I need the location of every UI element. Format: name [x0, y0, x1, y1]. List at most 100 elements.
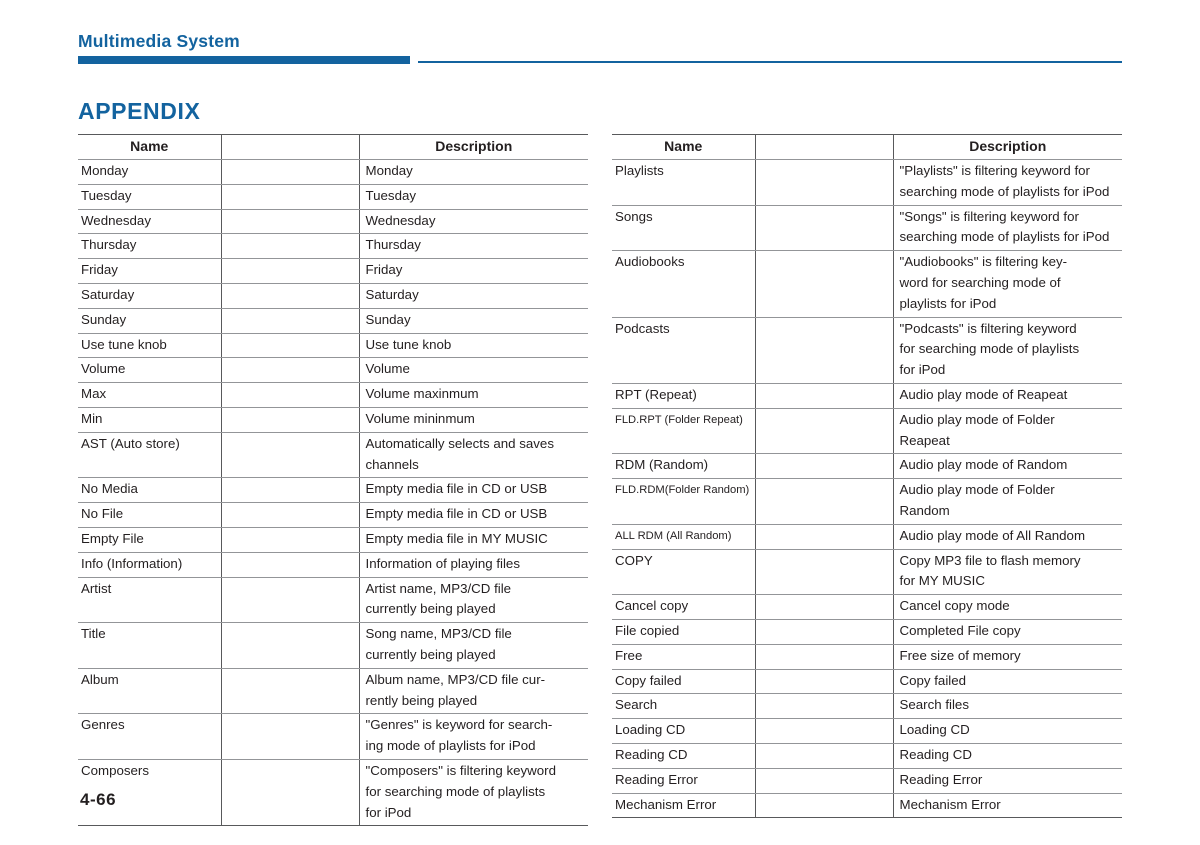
description-line: currently being played — [365, 601, 496, 617]
cell-name: Tuesday — [78, 184, 221, 210]
cell-description: Empty media file in CD or USB — [359, 502, 588, 528]
table-row: Cancel copy Cancel copy mode — [612, 594, 1122, 620]
cell-description: Empty media file in MY MUSIC — [359, 527, 588, 553]
cell-name: Audiobooks — [612, 250, 755, 318]
cell-description: Sunday — [359, 308, 588, 334]
table-row: ALL RDM (All Random) Audio play mode of … — [612, 524, 1122, 550]
description-line: Empty media file in CD or USB — [365, 481, 548, 497]
cell-middle-spacer — [754, 549, 894, 596]
table-body-left: Monday Monday Tuesday Tuesday Wednesday We… — [78, 159, 588, 827]
description-line: Friday — [365, 262, 403, 278]
cell-description: Monday — [359, 159, 588, 185]
cell-name: Info (Information) — [78, 552, 221, 578]
appendix-table-right: Name Description Playlists "Playlists" i… — [612, 134, 1122, 819]
table-row: Thursday Thursday — [78, 233, 588, 260]
description-line: Empty media file in CD or USB — [365, 506, 548, 522]
cell-middle-spacer — [754, 524, 894, 550]
table-row: No File Empty media file in CD or USB — [78, 502, 588, 528]
cell-middle-spacer — [754, 669, 894, 695]
table-body-right: Playlists "Playlists" is filtering keywo… — [612, 159, 1122, 819]
table-row: Min Volume mininmum — [78, 407, 588, 433]
description-line: channels — [365, 456, 419, 472]
description-line: Empty media file in MY MUSIC — [365, 530, 548, 546]
cell-description: Song name, MP3/CD file currently being pl… — [359, 622, 588, 669]
description-line: searching mode of playlists for iPod — [899, 229, 1110, 245]
cell-middle-spacer — [754, 408, 894, 455]
cell-description: Cancel copy mode — [893, 594, 1122, 620]
cell-middle-spacer — [754, 250, 894, 318]
description-line: word for searching mode of — [899, 274, 1061, 290]
table-row: Saturday Saturday — [78, 283, 588, 309]
cell-description: Copy MP3 file to flash memory for MY MUSI… — [893, 549, 1122, 596]
table-row: Friday Friday — [78, 258, 588, 284]
table-row: Songs "Songs" is filtering keyword for se… — [612, 205, 1122, 252]
description-line: Volume — [365, 361, 410, 377]
cell-name: File copied — [612, 619, 755, 645]
table-row: Tuesday Tuesday — [78, 184, 588, 210]
column-header-middle — [754, 134, 894, 160]
cell-middle-spacer — [754, 743, 894, 769]
table-row: Use tune knob Use tune knob — [78, 333, 588, 359]
appendix-table-right-column: Name Description Playlists "Playlists" i… — [612, 134, 1122, 819]
cell-description: Audio play mode of Folder Random — [893, 478, 1122, 525]
cell-name: Saturday — [78, 283, 221, 309]
description-line: for searching mode of playlists — [899, 341, 1080, 357]
description-line: Automatically selects and saves — [365, 435, 554, 451]
table-row: AST (Auto store) Automatically selects a… — [78, 432, 588, 479]
cell-middle-spacer — [220, 233, 360, 260]
cell-name: Min — [78, 407, 221, 433]
description-line: Saturday — [365, 286, 419, 302]
description-line: Random — [899, 502, 950, 518]
cell-middle-spacer — [754, 205, 894, 252]
cell-description: "Songs" is filtering keyword for searchin… — [893, 205, 1122, 252]
cell-description: "Composers" is filtering keyword for sear… — [359, 759, 588, 827]
description-line: for iPod — [365, 804, 412, 820]
cell-middle-spacer — [754, 718, 894, 744]
cell-middle-spacer — [754, 644, 894, 670]
cell-name: Podcasts — [612, 317, 755, 384]
cell-name: Reading CD — [612, 743, 755, 769]
description-line: Monday — [365, 163, 413, 178]
table-row: FLD.RDM(Folder Random) Audio play mode o… — [612, 478, 1122, 525]
cell-name: Mechanism Error — [612, 793, 755, 819]
table-row: Wednesday Wednesday — [78, 209, 588, 235]
description-line: Information of playing files — [365, 555, 520, 571]
cell-description: Audio play mode of All Random — [893, 524, 1122, 550]
description-line: Copy MP3 file to flash memory — [899, 552, 1081, 568]
cell-middle-spacer — [754, 594, 894, 620]
cell-middle-spacer — [754, 478, 894, 525]
cell-name: Album — [78, 668, 221, 715]
description-line: Copy failed — [899, 672, 967, 688]
description-line: currently being played — [365, 646, 496, 662]
cell-middle-spacer — [220, 308, 360, 334]
cell-middle-spacer — [220, 407, 360, 433]
column-header-name: Name — [78, 134, 221, 160]
description-line: Thursday — [365, 237, 421, 253]
cell-middle-spacer — [754, 317, 894, 384]
table-row: Reading Error Reading Error — [612, 768, 1122, 794]
cell-description: "Genres" is keyword for search-ing mode … — [359, 713, 588, 760]
cell-name: Loading CD — [612, 718, 755, 744]
cell-name: FLD.RDM(Folder Random) — [612, 478, 755, 525]
cell-description: "Audiobooks" is filtering key-word for s… — [893, 250, 1122, 318]
table-row: Album Album name, MP3/CD file cur-rently… — [78, 668, 588, 715]
cell-description: Information of playing files — [359, 552, 588, 578]
cell-description: Automatically selects and saves channels — [359, 432, 588, 479]
cell-name: FLD.RPT (Folder Repeat) — [612, 408, 755, 455]
cell-middle-spacer — [220, 333, 360, 359]
cell-middle-spacer — [754, 159, 894, 206]
cell-name: Sunday — [78, 308, 221, 334]
table-row: Title Song name, MP3/CD file currently be… — [78, 622, 588, 669]
cell-description: Volume — [359, 357, 588, 384]
description-line: "Podcasts" is filtering keyword — [899, 320, 1077, 336]
cell-middle-spacer — [220, 668, 360, 715]
cell-name: No Media — [78, 477, 221, 504]
cell-middle-spacer — [220, 209, 360, 235]
table-header-row-right: Name Description — [612, 134, 1122, 160]
cell-name: Thursday — [78, 233, 221, 260]
description-line: Completed File copy — [899, 622, 1021, 638]
description-line: Reading CD — [899, 746, 972, 762]
cell-name: Reading Error — [612, 768, 755, 794]
page-running-header: Multimedia System — [78, 30, 1122, 65]
cell-middle-spacer — [220, 432, 360, 479]
